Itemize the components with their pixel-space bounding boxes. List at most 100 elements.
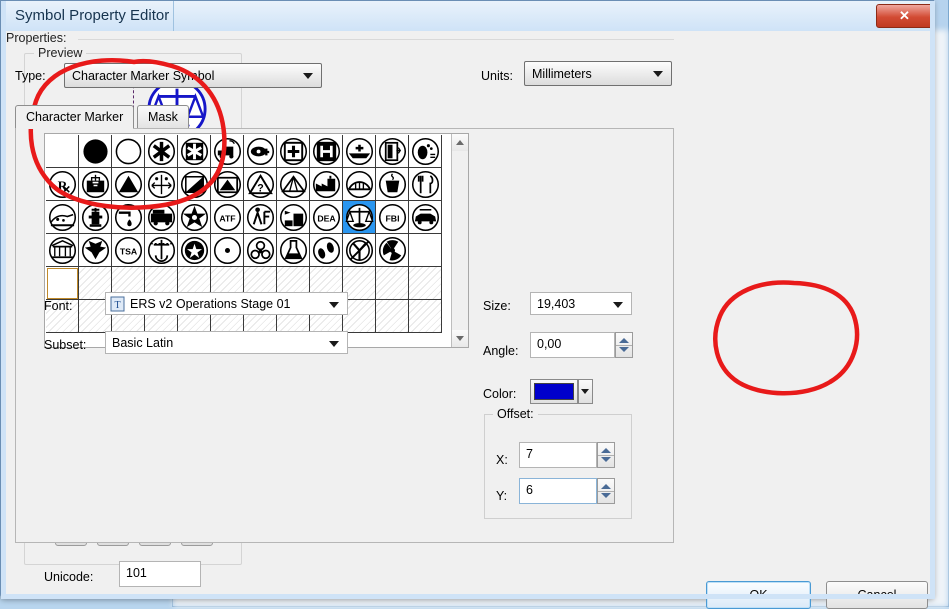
character-cell-fire-hydrant-circle[interactable]	[79, 201, 112, 234]
character-cell-scales-of-justice-circle[interactable]	[343, 201, 376, 234]
character-cell-factory-circle[interactable]	[310, 168, 343, 201]
svg-text:TSA: TSA	[120, 246, 138, 256]
font-select[interactable]: T ERS v2 Operations Stage 01	[105, 292, 348, 315]
character-cell-question-triangle-circle[interactable]: ?	[244, 168, 277, 201]
font-value: ERS v2 Operations Stage 01	[130, 297, 291, 311]
close-icon[interactable]: ✕	[876, 4, 933, 28]
character-cell-radiation-circle[interactable]	[376, 234, 409, 267]
offset-x-input[interactable]: 7	[519, 442, 597, 468]
character-cell-rx-pharmacy-circle[interactable]: R	[46, 168, 79, 201]
character-cell-sheriff-star-circle[interactable]	[178, 201, 211, 234]
character-cell-footprints-circle[interactable]	[310, 234, 343, 267]
character-cell-blank[interactable]	[46, 135, 79, 168]
properties-tabstrip: Character Marker Mask	[15, 105, 674, 129]
character-cell-dea-text-circle[interactable]: DEA	[310, 201, 343, 234]
character-cell-crossroads-circle[interactable]	[145, 168, 178, 201]
character-cell-tent-triangle-circle[interactable]	[211, 168, 244, 201]
dialog-titlebar: Symbol Property Editor ✕	[1, 1, 935, 31]
character-grid[interactable]: R? ATF DEA FBI TSA	[46, 135, 451, 348]
character-cell-eye-cross-circle[interactable]	[244, 135, 277, 168]
offset-x-stepper[interactable]	[597, 442, 615, 468]
glyph-icon	[411, 203, 440, 232]
character-cell-half-dark-square-circle[interactable]	[178, 168, 211, 201]
character-cell-flask-circle[interactable]	[277, 234, 310, 267]
character-cell-helipad-h-circle[interactable]	[310, 135, 343, 168]
offset-y-stepper[interactable]	[597, 478, 615, 504]
color-picker-button[interactable]	[530, 379, 578, 404]
svg-text:FBI: FBI	[386, 213, 400, 223]
glyph-icon	[81, 236, 110, 265]
character-cell-police-car-circle[interactable]	[409, 201, 442, 234]
tab-character-marker[interactable]: Character Marker	[15, 105, 134, 129]
offset-y-input[interactable]: 6	[519, 478, 597, 504]
character-cell-landslide-circle[interactable]	[46, 201, 79, 234]
character-cell-no-radiation-circle[interactable]	[343, 234, 376, 267]
chevron-down-icon	[329, 341, 339, 347]
glyph-icon	[246, 236, 275, 265]
character-cell-hatch[interactable]	[409, 267, 442, 300]
character-cell-fork-knife-circle[interactable]	[409, 168, 442, 201]
character-cell-blank[interactable]	[409, 234, 442, 267]
glyph-icon	[147, 170, 176, 199]
glyph-icon	[213, 170, 242, 199]
character-cell-court-building-circle[interactable]	[46, 234, 79, 267]
units-select[interactable]: Millimeters	[524, 61, 672, 86]
character-cell-biohazard-circle[interactable]	[244, 234, 277, 267]
character-cell-dot-circle[interactable]	[211, 234, 244, 267]
character-cell-water-drop-tap-circle[interactable]	[112, 201, 145, 234]
character-cell-eagle-circle[interactable]	[79, 234, 112, 267]
character-cell-medical-bag-circle[interactable]	[79, 168, 112, 201]
character-cell-drink-cup-circle[interactable]	[376, 168, 409, 201]
scroll-up-button[interactable]	[452, 134, 468, 151]
character-cell-door-exit-circle[interactable]	[376, 135, 409, 168]
angle-stepper[interactable]	[615, 332, 633, 358]
scroll-down-button[interactable]	[452, 330, 468, 347]
character-cell-foot-care-circle[interactable]	[409, 135, 442, 168]
character-cell-coast-guard-circle[interactable]	[145, 234, 178, 267]
character-cell-blank[interactable]	[46, 267, 79, 300]
character-cell-hospital-star-circle[interactable]	[178, 135, 211, 168]
size-select[interactable]: 19,403	[530, 292, 632, 315]
cancel-button[interactable]: Cancel	[826, 581, 928, 609]
character-cell-hospital-box-circle[interactable]	[277, 135, 310, 168]
color-dropdown-button[interactable]	[578, 379, 593, 404]
glyph-icon	[81, 203, 110, 232]
character-grid-row: TSA	[46, 234, 451, 267]
character-cell-hatch[interactable]	[376, 267, 409, 300]
character-grid-container[interactable]: R? ATF DEA FBI TSA	[44, 133, 469, 348]
character-cell-hatch[interactable]	[376, 300, 409, 333]
character-cell-triangle-circle[interactable]	[112, 168, 145, 201]
symbol-type-select[interactable]: Character Marker Symbol	[64, 63, 322, 88]
character-cell-atf-text-circle[interactable]: ATF	[211, 201, 244, 234]
character-cell-bus-circle[interactable]	[145, 201, 178, 234]
character-cell-open-circle[interactable]	[112, 135, 145, 168]
svg-text:?: ?	[257, 182, 264, 194]
svg-text:DEA: DEA	[317, 213, 336, 223]
glyph-icon	[180, 236, 209, 265]
unicode-input[interactable]: 101	[119, 561, 201, 587]
character-cell-ambulance-circle[interactable]	[211, 135, 244, 168]
character-cell-building-flag-circle[interactable]	[277, 201, 310, 234]
chevron-down-icon	[303, 73, 313, 79]
glyph-icon	[81, 170, 110, 199]
ok-button[interactable]: OK	[706, 581, 811, 609]
character-cell-asterisk-star-circle[interactable]	[145, 135, 178, 168]
tab-mask[interactable]: Mask	[137, 105, 189, 129]
character-cell-filled-circle[interactable]	[79, 135, 112, 168]
subset-select[interactable]: Basic Latin	[105, 331, 348, 354]
glyph-icon	[48, 236, 77, 265]
character-cell-fbi-text-circle[interactable]: FBI	[376, 201, 409, 234]
glyph-icon	[411, 137, 440, 166]
character-grid-scrollbar[interactable]	[451, 134, 468, 347]
svg-text:T: T	[114, 300, 120, 311]
character-cell-hatch[interactable]	[409, 300, 442, 333]
color-swatch	[534, 383, 574, 400]
character-cell-worker-circle[interactable]	[244, 201, 277, 234]
character-cell-star-badge-circle[interactable]	[178, 234, 211, 267]
character-cell-bridge-circle[interactable]	[343, 168, 376, 201]
glyph-icon: ?	[246, 170, 275, 199]
character-cell-tent-circle[interactable]	[277, 168, 310, 201]
character-cell-boat-cross-circle[interactable]	[343, 135, 376, 168]
angle-input[interactable]: 0,00	[530, 332, 615, 358]
character-cell-tsa-text-circle[interactable]: TSA	[112, 234, 145, 267]
